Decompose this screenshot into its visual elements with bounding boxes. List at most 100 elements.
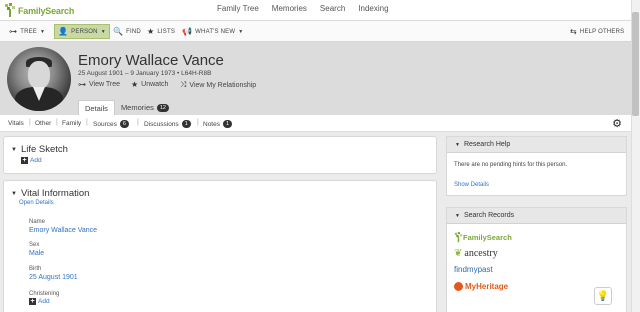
chevron-down-icon: ▼ [40,28,46,35]
discussions-label: Discussions [144,120,179,128]
chevron-down-icon: ▼ [238,28,244,35]
nav-memories[interactable]: Memories [272,4,307,13]
myheritage-partner-label: MyHeritage [465,282,509,291]
person-portrait[interactable] [7,47,71,111]
vital-information-card: ▼ Vital Information Open Details Name Em… [3,180,437,312]
separator: | [29,119,31,126]
search-records-title: Search Records [463,211,515,219]
person-label: PERSON [71,28,98,35]
tab-memories[interactable]: Memories 12 [115,100,175,115]
myheritage-logo-icon [454,282,463,291]
lists-button[interactable]: ★ LISTS [147,24,175,39]
scrollbar-thumb[interactable] [632,12,639,116]
findmypast-records-link[interactable]: findmypast [454,265,493,274]
show-details-link[interactable]: Show Details [454,182,489,188]
jump-notes[interactable]: Notes 1 [203,120,233,128]
christening-add-button[interactable]: + Add [29,298,50,305]
lightbulb-feedback-icon[interactable]: 💡 [594,287,612,305]
top-navigation: FamilySearch Family Tree Memories Search… [0,0,640,21]
tab-details-label: Details [85,103,108,113]
tree-logo-icon [454,232,463,243]
research-help-text: There are no pending hints for this pers… [454,162,568,168]
separator: | [197,119,199,126]
lists-label: LISTS [157,28,176,35]
jump-other[interactable]: Other [35,120,51,127]
collapse-triangle-icon: ▼ [455,212,460,219]
sex-value[interactable]: Male [29,250,44,257]
double-arrow-icon: ⇆ [570,27,577,36]
person-tabs: Details Memories 12 [78,100,175,115]
separator: | [86,119,88,126]
life-sketch-title[interactable]: ▼ Life Sketch [11,144,68,155]
nav-indexing[interactable]: Indexing [358,4,388,13]
plus-icon: + [21,157,28,164]
view-relationship-link[interactable]: ⤨ View My Relationship [180,80,256,90]
jump-sources[interactable]: Sources 6 [93,120,129,128]
person-icon: 👤 [58,27,69,36]
tree-label: TREE [20,28,38,35]
find-label: FIND [126,28,141,35]
unwatch-label: Unwatch [141,81,169,88]
separator: | [56,119,58,126]
familysearch-partner-label: FamilySearch [463,233,512,242]
collapse-triangle-icon: ▼ [11,190,17,197]
familysearch-records-link[interactable]: FamilySearch [454,232,512,243]
family-tree-toolbar: ⊶ TREE ▼ 👤 PERSON ▼ 🔍 FIND ★ LISTS 📢 WHA… [0,21,631,42]
page-scrollbar[interactable] [631,0,640,312]
vital-information-title[interactable]: ▼ Vital Information [11,188,89,199]
search-records-header[interactable]: ▼ Search Records [447,208,626,224]
jump-vitals[interactable]: Vitals [8,120,24,127]
person-menu-button[interactable]: 👤 PERSON ▼ [54,24,110,39]
findmypast-partner-label: findmypast [454,265,493,274]
add-label: Add [30,157,42,164]
unwatch-link[interactable]: ★ Unwatch [131,80,168,89]
relationship-icon: ⤨ [180,80,187,89]
jump-family[interactable]: Family [62,120,81,127]
research-help-card: ▼ Research Help There are no pending hin… [446,136,627,196]
research-help-header[interactable]: ▼ Research Help [447,137,626,153]
ancestry-partner-label: ancestry [464,248,498,259]
notes-label: Notes [203,120,220,128]
view-tree-link[interactable]: ⊶ View Tree [78,80,120,89]
myheritage-records-link[interactable]: MyHeritage [454,282,508,291]
whats-new-label: WHAT'S NEW [195,28,236,35]
tree-menu-button[interactable]: ⊶ TREE ▼ [9,24,45,39]
discussions-count-badge: 1 [181,120,191,128]
vital-information-title-text: Vital Information [20,188,90,199]
view-tree-label: View Tree [89,81,120,88]
find-button[interactable]: 🔍 FIND [113,24,141,39]
open-details-link[interactable]: Open Details [19,200,54,206]
name-value[interactable]: Emory Wallace Vance [29,227,97,234]
brand-name: FamilySearch [18,5,75,16]
plus-icon: + [29,298,36,305]
person-lifespan: 25 August 1901 – 9 January 1973 • L64H-R… [78,70,212,77]
life-sketch-add-button[interactable]: + Add [21,157,42,164]
tree-icon: ⊶ [78,80,86,89]
person-name: Emory Wallace Vance [78,52,224,69]
sources-label: Sources [93,120,117,128]
familysearch-logo[interactable]: FamilySearch [4,2,74,19]
help-others-label: HELP OTHERS [579,28,625,35]
nav-family-tree[interactable]: Family Tree [217,4,259,13]
section-jump-bar: Vitals | Other | Family | Sources 6 | Di… [0,115,631,132]
tab-details[interactable]: Details [78,100,115,115]
birth-value[interactable]: 25 August 1901 [29,274,78,281]
nav-search[interactable]: Search [320,4,345,13]
birth-label: Birth [29,266,42,272]
help-others-button[interactable]: ⇆ HELP OTHERS [570,24,624,39]
tree-icon: ⊶ [9,27,18,36]
settings-gear-icon[interactable]: ⚙ [612,117,622,130]
whats-new-button[interactable]: 📢 WHAT'S NEW ▼ [182,24,243,39]
ancestry-records-link[interactable]: ❦ ancestry [454,248,498,259]
jump-discussions[interactable]: Discussions 1 [144,120,191,128]
view-relationship-label: View My Relationship [189,81,257,89]
life-sketch-title-text: Life Sketch [20,144,68,155]
sex-label: Sex [29,242,40,248]
main-nav: Family Tree Memories Search Indexing [217,4,402,13]
megaphone-icon: 📢 [182,27,193,36]
sources-count-badge: 6 [119,120,129,128]
life-sketch-card: ▼ Life Sketch + Add [3,136,437,174]
memories-count-badge: 12 [156,103,169,112]
name-label: Name [29,219,46,225]
star-icon: ★ [131,80,139,89]
